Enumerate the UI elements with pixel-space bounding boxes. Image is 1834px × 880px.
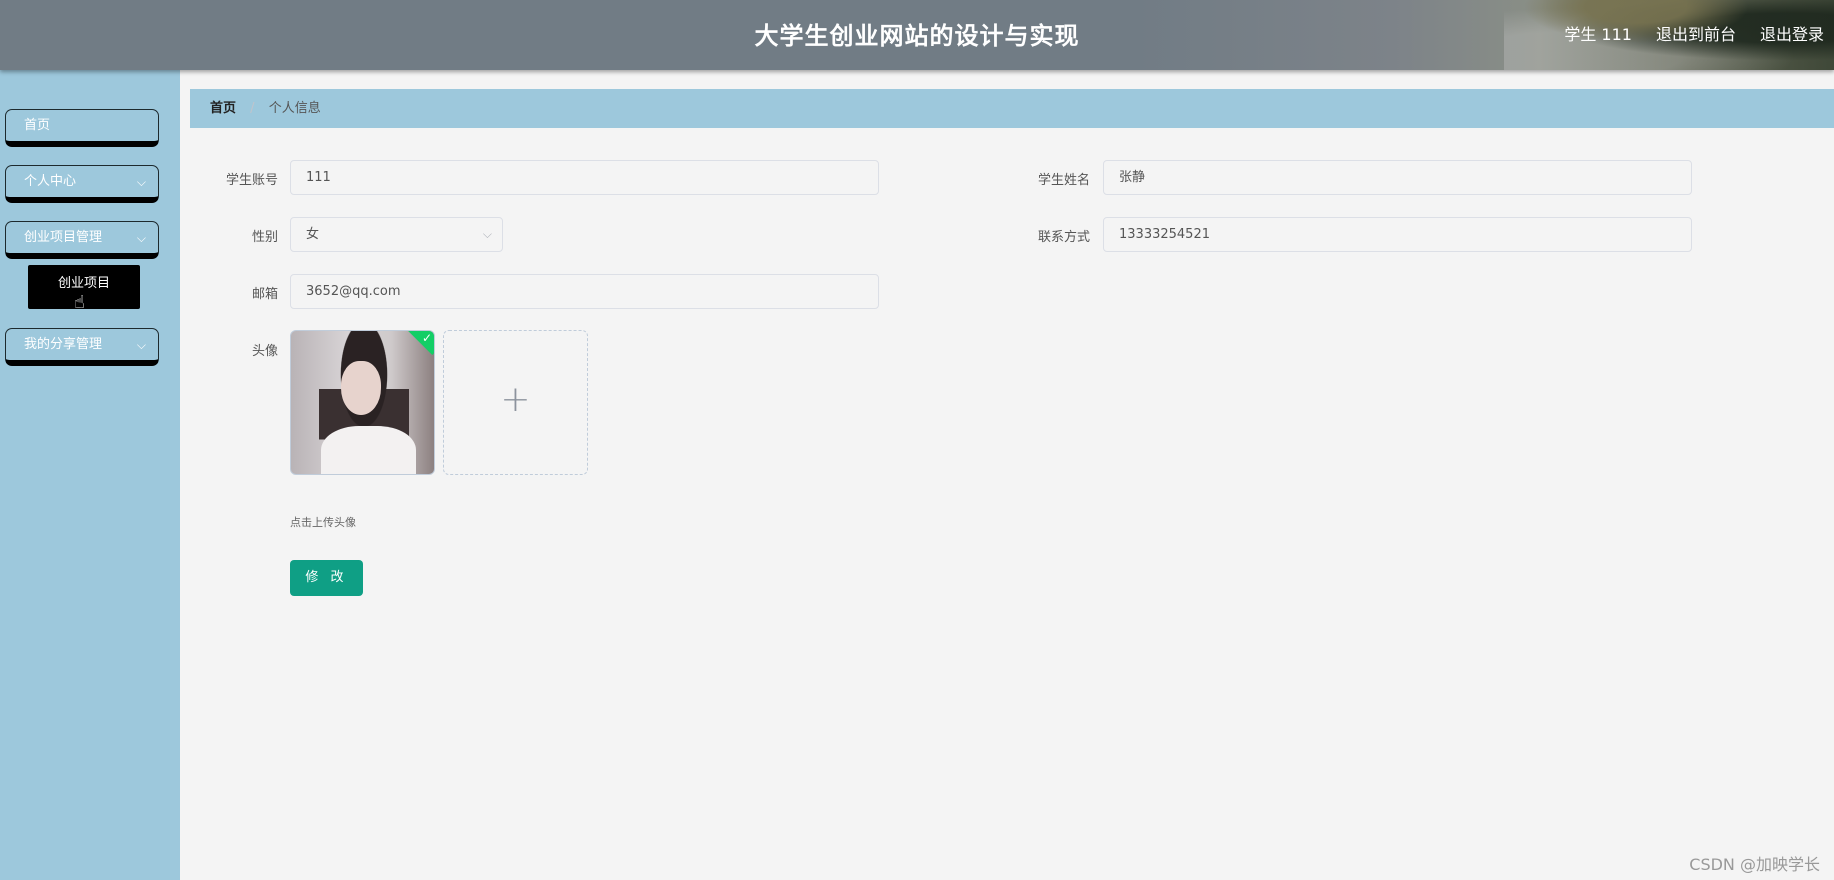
chevron-down-icon: ⌵ — [136, 175, 146, 189]
sidebar: 首页 个人中心 ⌵ 创业项目管理 ⌵ 创业项目 ☝ 我的分享管理 ⌵ — [0, 70, 180, 880]
chevron-down-icon: ⌵ — [136, 231, 146, 245]
sidebar-item-label: 首页 — [24, 118, 51, 133]
avatar-face — [341, 361, 381, 415]
sidebar-item-home[interactable]: 首页 — [5, 109, 159, 147]
phone-label: 联系方式 — [1037, 230, 1090, 245]
avatar-upload-button[interactable]: + — [443, 330, 588, 475]
gender-select[interactable]: 女 ⌵ — [290, 217, 503, 252]
account-field[interactable]: 111 — [290, 160, 879, 195]
avatar-image[interactable]: ✓ — [290, 330, 435, 475]
upload-hint: 点击上传头像 — [290, 516, 356, 529]
breadcrumb: 首页 / 个人信息 — [190, 89, 1834, 128]
breadcrumb-current: 个人信息 — [268, 101, 321, 116]
checkmark-icon: ✓ — [421, 331, 432, 345]
avatar-body — [321, 426, 416, 474]
user-label: 学生 111 — [1564, 25, 1632, 44]
plus-icon: + — [500, 379, 531, 420]
sidebar-item-share-management[interactable]: 我的分享管理 ⌵ — [5, 328, 159, 366]
sidebar-item-personal-center[interactable]: 个人中心 ⌵ — [5, 165, 159, 203]
exit-to-front-link[interactable]: 退出到前台 — [1656, 21, 1736, 45]
breadcrumb-home[interactable]: 首页 — [210, 101, 236, 116]
chevron-down-icon: ⌵ — [482, 227, 492, 241]
email-label: 邮箱 — [251, 287, 278, 302]
header-nav: 学生 111 退出到前台 退出登录 — [1564, 21, 1824, 45]
breadcrumb-separator: / — [250, 101, 255, 116]
sidebar-item-label: 个人中心 — [24, 174, 77, 189]
avatar-label: 头像 — [251, 344, 278, 359]
sidebar-item-label: 创业项目管理 — [24, 230, 103, 245]
name-label: 学生姓名 — [1037, 173, 1090, 188]
hand-cursor-icon: ☝ — [74, 292, 85, 313]
sidebar-item-label: 我的分享管理 — [24, 337, 103, 352]
site-title: 大学生创业网站的设计与实现 — [754, 22, 1080, 50]
name-field[interactable]: 张静 — [1103, 160, 1692, 195]
gender-selected-value: 女 — [306, 227, 320, 242]
gender-label: 性别 — [251, 230, 278, 245]
chevron-down-icon: ⌵ — [136, 338, 146, 352]
account-label: 学生账号 — [225, 173, 278, 188]
logout-link[interactable]: 退出登录 — [1760, 21, 1824, 45]
sidebar-item-project-management[interactable]: 创业项目管理 ⌵ — [5, 221, 159, 259]
modify-button[interactable]: 修 改 — [290, 560, 363, 596]
phone-field[interactable]: 13333254521 — [1103, 217, 1692, 252]
top-header: 大学生创业网站的设计与实现 学生 111 退出到前台 退出登录 — [0, 0, 1834, 70]
email-field[interactable]: 3652@qq.com — [290, 274, 879, 309]
watermark: CSDN @加映学长 — [1689, 855, 1820, 874]
